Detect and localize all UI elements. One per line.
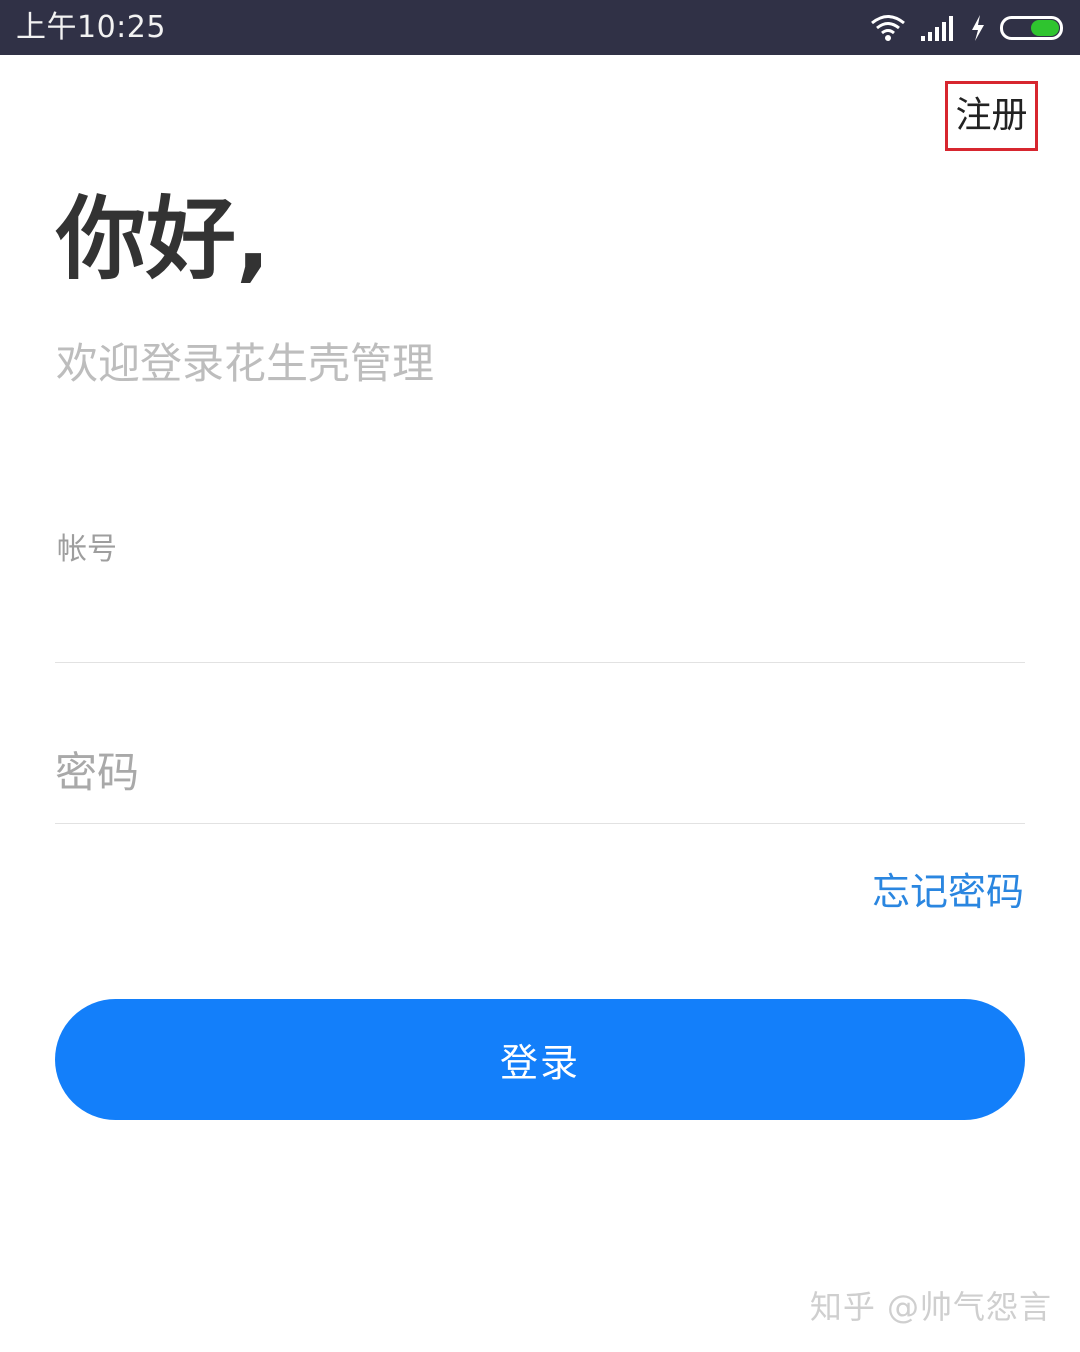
wifi-icon — [870, 14, 906, 42]
account-field: 帐号 — [55, 520, 1025, 663]
login-button[interactable]: 登录 — [55, 999, 1025, 1120]
signal-icon — [920, 14, 956, 42]
greeting-title: 你好, — [56, 187, 271, 292]
watermark-text: 知乎 @帅气怨言 — [809, 1288, 1052, 1326]
charging-icon — [970, 14, 986, 42]
register-link[interactable]: 注册 — [945, 81, 1038, 151]
status-icons — [870, 12, 1066, 44]
battery-icon — [1000, 14, 1066, 42]
password-input[interactable] — [55, 742, 1025, 802]
account-input[interactable] — [55, 590, 1025, 650]
login-screen: 上午10:25 注册 你好, 欢迎登录花生壳管理 帐号 忘记密码 登录 知乎 @… — [0, 0, 1080, 1352]
status-time: 上午10:25 — [16, 10, 166, 45]
account-label: 帐号 — [57, 532, 117, 567]
password-field — [55, 722, 1025, 824]
status-bar: 上午10:25 — [0, 0, 1080, 55]
welcome-subtitle: 欢迎登录花生壳管理 — [56, 339, 435, 388]
forgot-password-link[interactable]: 忘记密码 — [872, 864, 1024, 920]
